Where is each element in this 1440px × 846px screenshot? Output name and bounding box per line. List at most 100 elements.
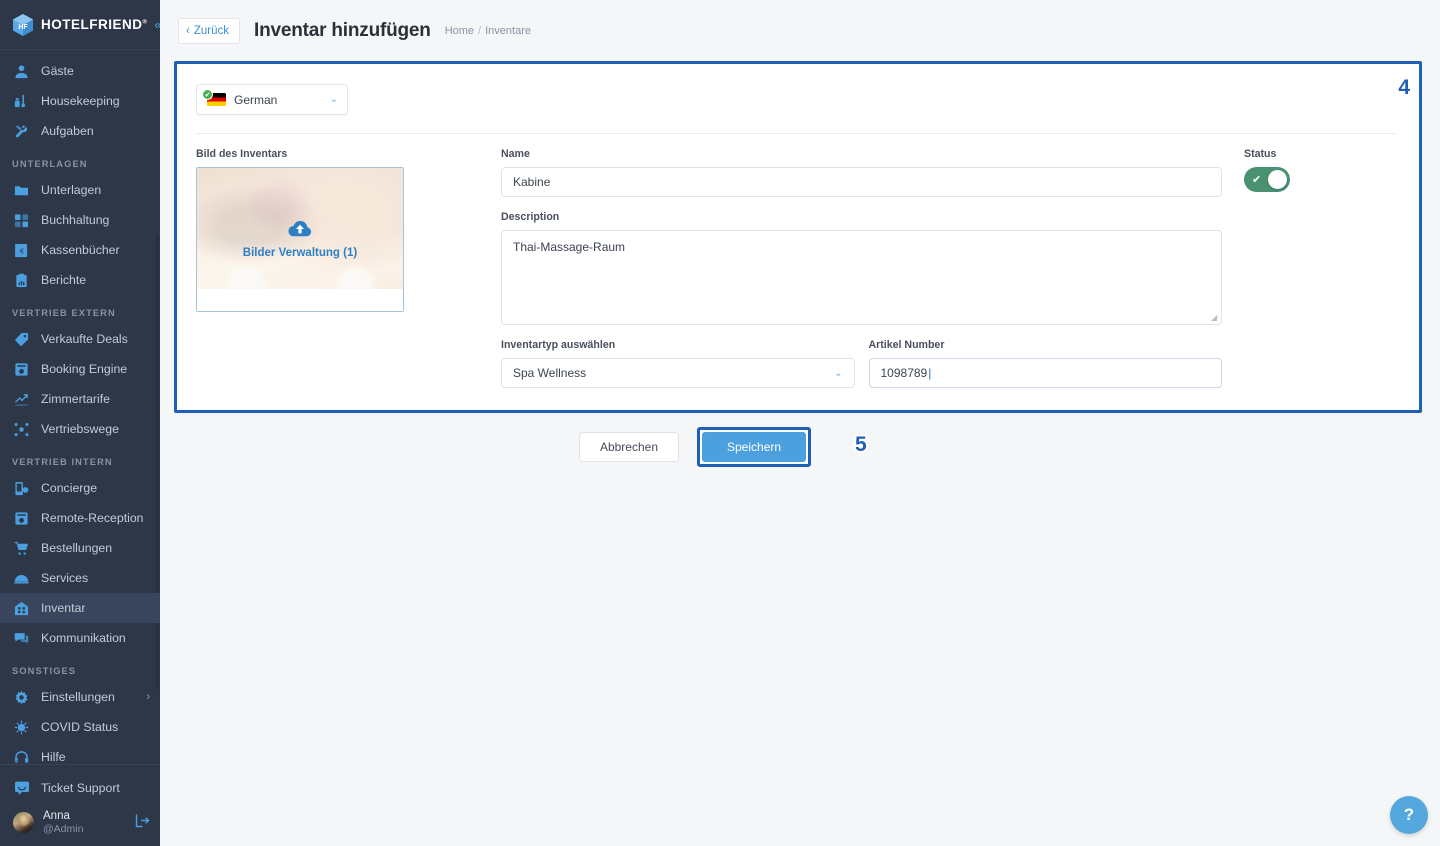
inventory-icon [13,600,30,617]
inventory-type-group: Inventartyp auswählen Spa Wellness ⌄ [501,339,855,388]
inventory-type-value: Spa Wellness [513,366,587,380]
sidebar-item-covid-status[interactable]: COVID Status [0,712,160,742]
description-label: Description [501,211,560,223]
sidebar-nav: Gäste Housekeeping Aufgaben UNTERLAGEN U… [0,50,160,764]
user-meta: Anna @Admin [43,809,83,837]
sidebar-item-label: Berichte [41,273,87,287]
help-button[interactable]: ? [1390,796,1428,834]
housekeeping-icon [13,93,30,110]
breadcrumb-current[interactable]: Inventare [485,25,531,37]
fields-column: Name Kabine Description Thai-Massage-Rau… [501,148,1222,388]
sidebar-item-label: Gäste [41,64,74,78]
form-row: Bild des Inventars Bilder Verwaltung (1)… [196,134,1397,388]
svg-text:24: 24 [15,758,19,762]
sidebar-item-label: Buchhaltung [41,213,110,227]
room-rates-icon [13,391,30,408]
sidebar-user[interactable]: Anna @Admin [0,803,160,846]
chevron-left-icon: ‹ [186,24,190,37]
sidebar-item-label: Kommunikation [41,631,126,645]
description-textarea[interactable]: Thai-Massage-Raum ◢ [501,230,1222,325]
sidebar-item-label: Unterlagen [41,183,102,197]
sidebar-item-aufgaben[interactable]: Aufgaben [0,116,160,146]
brand-name: HOTELFRIEND® [41,17,148,32]
sidebar-item-kommunikation[interactable]: Kommunikation [0,623,160,653]
sidebar-item-kassenbucher[interactable]: € Kassenbücher [0,235,160,265]
description-field-group: Description Thai-Massage-Raum ◢ [501,211,1222,325]
sidebar-item-gaste[interactable]: Gäste [0,56,160,86]
avatar [13,811,34,833]
user-handle: @Admin [43,822,84,835]
breadcrumb-home[interactable]: Home [445,25,474,37]
cancel-button[interactable]: Abbrechen [578,432,679,462]
sidebar-item-housekeeping[interactable]: Housekeeping [0,86,160,116]
save-button[interactable]: Speichern [702,432,807,462]
sidebar-item-label: Einstellungen [41,690,115,704]
sidebar-section-sonstiges: SONSTIGES [12,666,77,676]
sidebar-item-buchhaltung[interactable]: Buchhaltung [0,205,160,235]
name-input-value: Kabine [513,175,551,189]
name-field-group: Name Kabine [501,148,1222,197]
article-number-input[interactable]: 1098789 | [868,358,1222,388]
resize-grip-icon[interactable]: ◢ [1211,314,1219,322]
breadcrumb-separator: / [478,24,482,37]
annotation-marker-4: 4 [1398,76,1410,99]
remote-reception-icon [13,510,30,527]
logout-icon[interactable] [135,813,150,831]
description-textarea-value: Thai-Massage-Raum [513,240,626,254]
sidebar-item-hilfe[interactable]: 24 Hilfe [0,742,160,764]
sidebar-item-remote-reception[interactable]: Remote-Reception [0,503,160,533]
annotation-marker-5: 5 [855,433,867,456]
language-select-value: German [234,92,278,107]
sidebar-item-concierge[interactable]: Concierge [0,473,160,503]
check-icon: ✔ [1252,174,1262,186]
folder-icon [13,182,30,199]
sidebar-item-zimmertarife[interactable]: Zimmertarife [0,384,160,414]
sidebar-item-unterlagen[interactable]: Unterlagen [0,175,160,205]
save-button-highlight: Speichern [697,427,812,467]
communication-icon [13,630,30,647]
sidebar-item-booking-engine[interactable]: Booking Engine [0,354,160,384]
app-root: HF HOTELFRIEND® « Gäste Housekeeping Auf… [0,0,1440,846]
sidebar-item-services[interactable]: Services [0,563,160,593]
image-overlay-label: Bilder Verwaltung (1) [242,247,358,259]
sidebar-item-label: Remote-Reception [41,511,144,525]
image-upload-overlay[interactable]: Bilder Verwaltung (1) [197,168,403,311]
status-toggle[interactable]: ✔ [1244,167,1290,192]
concierge-icon [13,480,30,497]
toggle-knob [1268,170,1287,189]
main-content: ‹ Zurück Inventar hinzufügen Home / Inve… [160,0,1440,846]
text-cursor: | [928,366,932,380]
sidebar-item-verkaufte-deals[interactable]: Verkaufte Deals [0,324,160,354]
chevron-down-icon: ⌄ [834,367,843,379]
sidebar-item-ticket-support[interactable]: Ticket Support [0,773,160,803]
inventory-type-select[interactable]: Spa Wellness ⌄ [501,358,855,388]
status-column: Status ✔ [1222,148,1397,388]
cart-icon [13,540,30,557]
inventory-type-label: Inventartyp auswählen [501,339,616,351]
sidebar-item-einstellungen[interactable]: Einstellungen › [0,682,160,712]
chevron-right-icon: › [146,691,150,703]
language-select[interactable]: ✔ German ⌄ [196,84,348,115]
sidebar-item-inventar[interactable]: Inventar [0,593,160,623]
chevron-down-icon: ⌄ [329,94,338,105]
sidebar-item-vertriebswege[interactable]: Vertriebswege [0,414,160,444]
sidebar-logo[interactable]: HF HOTELFRIEND® « [0,0,162,50]
headset-icon: 24 [13,749,30,764]
svg-text:HF: HF [18,24,28,31]
sidebar-item-bestellungen[interactable]: Bestellungen [0,533,160,563]
sidebar-item-label: Verkaufte Deals [41,332,128,346]
sidebar-item-label: Zimmertarife [41,392,111,406]
sidebar-item-label: Concierge [41,481,98,495]
chat-icon [13,779,30,796]
breadcrumb: Home / Inventare [445,25,531,37]
article-number-value: 1098789 [880,366,928,380]
back-button[interactable]: ‹ Zurück [178,17,240,44]
sidebar-item-berichte[interactable]: Berichte [0,265,160,295]
inventory-image-upload[interactable]: Bilder Verwaltung (1) [196,167,404,312]
article-number-label: Artikel Number [868,339,945,351]
user-name: Anna [43,809,70,822]
status-label: Status [1244,148,1277,160]
name-input[interactable]: Kabine [501,167,1222,197]
form-actions: Abbrechen Speichern 5 [160,427,1440,467]
article-number-group: Artikel Number 1098789 | [868,339,1222,388]
